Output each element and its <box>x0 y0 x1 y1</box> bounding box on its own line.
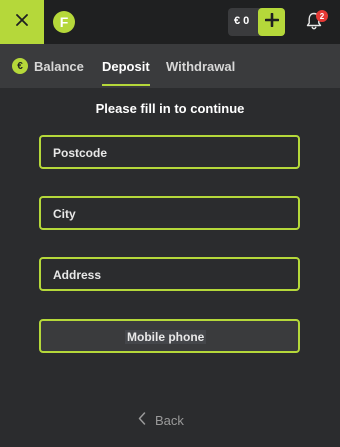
balance-amount: € 0 <box>234 15 250 27</box>
tab-deposit[interactable]: Deposit <box>102 44 150 88</box>
balance-chip[interactable]: € 0 <box>228 8 285 36</box>
tab-withdrawal-label: Withdrawal <box>166 58 236 74</box>
notification-badge: 2 <box>316 10 328 22</box>
tab-withdrawal[interactable]: Withdrawal <box>166 44 235 88</box>
back-label: Back <box>155 412 184 428</box>
tab-deposit-label: Deposit <box>102 58 150 74</box>
add-funds-button[interactable] <box>258 8 285 36</box>
city-placeholder: City <box>53 207 76 221</box>
mobile-phone-field[interactable]: Mobile phone <box>39 319 300 353</box>
form-prompt: Please fill in to continue <box>95 101 245 116</box>
plus-icon <box>264 12 279 32</box>
close-button[interactable] <box>0 0 44 44</box>
postcode-placeholder: Postcode <box>53 146 108 160</box>
close-icon <box>16 13 28 31</box>
back-button[interactable]: Back <box>138 410 184 430</box>
euro-icon: € <box>12 58 28 74</box>
logo-letter: F <box>59 14 69 30</box>
mobile-phone-placeholder: Mobile phone <box>125 330 207 344</box>
city-field[interactable]: City <box>39 196 300 230</box>
wallet-tabs: € Balance Deposit Withdrawal <box>0 44 340 88</box>
address-field[interactable]: Address <box>39 257 300 291</box>
chevron-left-icon <box>138 412 155 428</box>
tab-balance-label: Balance <box>34 58 84 74</box>
top-bar: F € 0 2 <box>0 0 340 44</box>
address-placeholder: Address <box>53 268 102 282</box>
tab-balance[interactable]: € Balance <box>12 44 84 88</box>
brand-logo[interactable]: F <box>53 11 75 33</box>
postcode-field[interactable]: Postcode <box>39 135 300 169</box>
